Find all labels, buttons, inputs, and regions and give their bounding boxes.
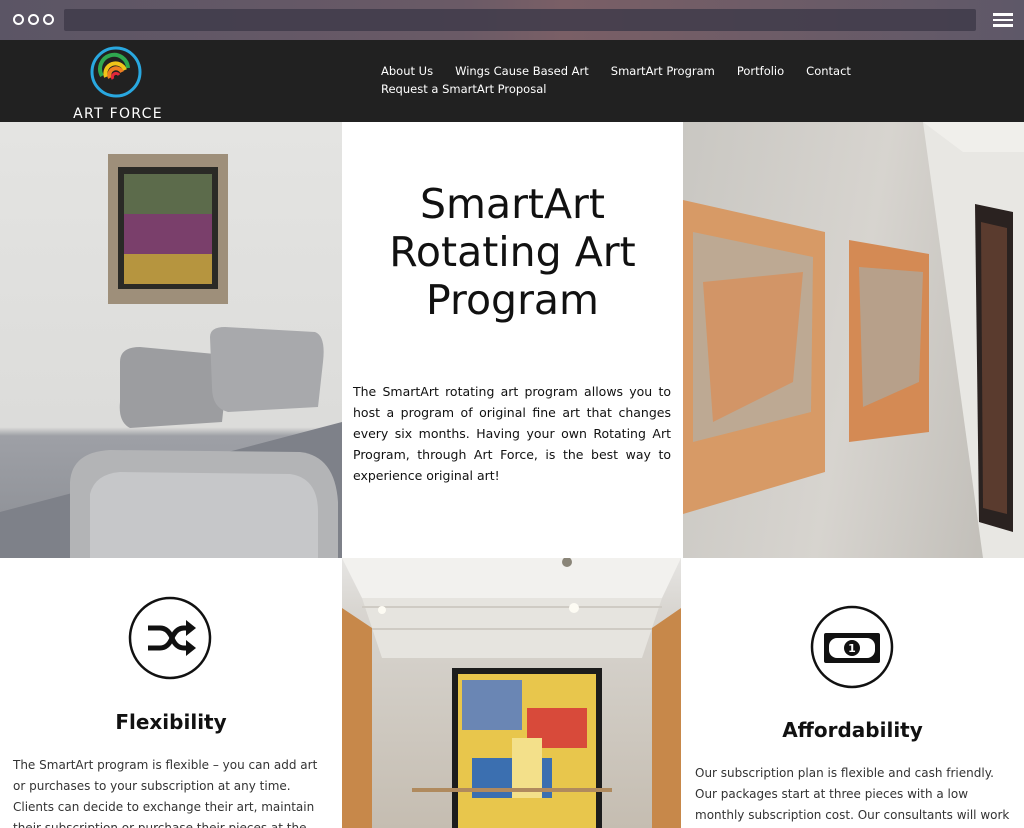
window-dot-minimize[interactable]: [28, 14, 39, 25]
feature-affordability: 1 Affordability Our subscription plan is…: [681, 558, 1024, 828]
site-header: ART FORCE About Us Wings Cause Based Art…: [0, 40, 1024, 122]
nav-request-proposal[interactable]: Request a SmartArt Proposal: [381, 82, 546, 100]
nav-smartart-program[interactable]: SmartArt Program: [611, 64, 715, 82]
main-nav: About Us Wings Cause Based Art SmartArt …: [381, 64, 851, 100]
window-controls: [13, 14, 54, 25]
logo-text: ART FORCE: [73, 106, 163, 122]
hallway-illustration: [342, 558, 681, 828]
shuffle-icon: [128, 596, 212, 680]
svg-text:1: 1: [848, 642, 856, 655]
nav-contact[interactable]: Contact: [806, 64, 851, 82]
corridor-illustration: [683, 122, 1024, 558]
browser-chrome: [0, 0, 1024, 40]
hero-title-line-2: Rotating Art: [389, 228, 636, 276]
hero-title-line-3: Program: [426, 276, 599, 324]
menu-icon[interactable]: [993, 13, 1013, 27]
hero-title-line-1: SmartArt: [419, 180, 605, 228]
window-dot-close[interactable]: [13, 14, 24, 25]
nav-about-us[interactable]: About Us: [381, 64, 433, 82]
hero-text-panel: SmartArt Rotating Art Program The SmartA…: [342, 122, 683, 558]
nav-portfolio[interactable]: Portfolio: [737, 64, 784, 82]
hallway-photo: [342, 558, 681, 828]
flexibility-title: Flexibility: [115, 710, 227, 734]
feature-flexibility: Flexibility The SmartArt program is flex…: [0, 558, 342, 828]
logo[interactable]: ART FORCE: [70, 46, 166, 122]
corridor-photo-right: [683, 122, 1024, 558]
affordability-text: Our subscription plan is flexible and ca…: [695, 766, 1010, 822]
affordability-title: Affordability: [782, 718, 923, 742]
lobby-illustration: [0, 154, 342, 558]
lobby-photo-left: [0, 122, 342, 558]
money-icon: 1: [810, 605, 894, 689]
hero-description: The SmartArt rotating art program allows…: [353, 384, 671, 483]
address-bar[interactable]: [64, 9, 976, 31]
window-dot-maximize[interactable]: [43, 14, 54, 25]
logo-rainbow-icon: [90, 46, 142, 98]
flexibility-text: The SmartArt program is flexible – you c…: [13, 758, 318, 828]
nav-wings-cause-based-art[interactable]: Wings Cause Based Art: [455, 64, 589, 82]
hero-title: SmartArt Rotating Art Program: [342, 180, 683, 324]
